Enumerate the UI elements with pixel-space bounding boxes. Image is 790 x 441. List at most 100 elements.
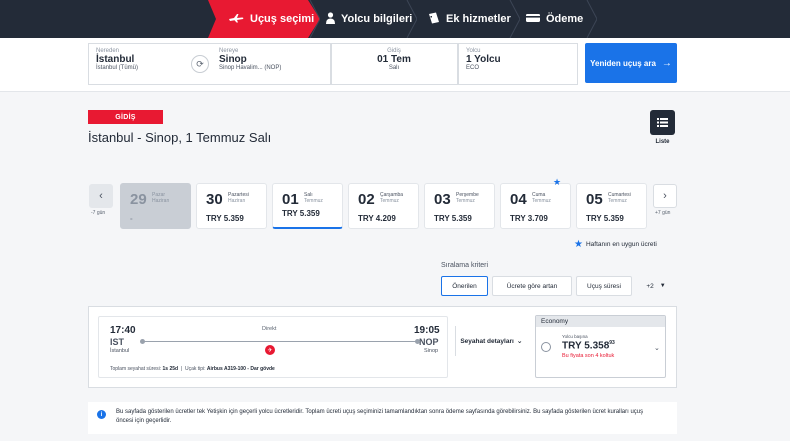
info-text: Bu sayfada gösterilen ücretler tek Yetiş… bbox=[116, 409, 644, 424]
aircraft-value: Airbus A319-100 - Dar gövde bbox=[206, 366, 275, 372]
date-day: 05 bbox=[586, 191, 603, 208]
fare-price-main: TRY 5.358 bbox=[562, 340, 610, 352]
date-month: Haziran bbox=[152, 198, 170, 204]
step-flight-selection[interactable]: Uçuş seçimi bbox=[228, 0, 314, 38]
passenger-field[interactable]: Yolcu 1 Yolcu ECO bbox=[466, 48, 501, 71]
route-dot bbox=[140, 339, 145, 344]
date-price: - bbox=[130, 214, 133, 223]
arrow-right-icon: → bbox=[661, 57, 672, 69]
prev-week-button[interactable]: ‹ bbox=[89, 184, 113, 208]
step-label: Ek hizmetler bbox=[446, 13, 511, 25]
fare-price-cents: 93 bbox=[609, 340, 615, 346]
card-icon bbox=[526, 13, 540, 26]
search-again-button[interactable]: Yeniden uçuş ara → bbox=[585, 43, 677, 83]
step-divider bbox=[585, 0, 597, 38]
next-week-button[interactable]: › bbox=[653, 184, 677, 208]
route-line bbox=[142, 341, 418, 342]
step-payment[interactable]: Ödeme bbox=[526, 0, 583, 38]
date-month: Haziran bbox=[228, 198, 246, 204]
step-passenger-info[interactable]: Yolcu bilgileri bbox=[326, 0, 412, 38]
travel-details-label: Seyahat detayları bbox=[460, 337, 514, 345]
date-price: TRY 4.209 bbox=[358, 214, 396, 223]
person-icon bbox=[326, 11, 335, 27]
fare-cabin-header: Economy bbox=[536, 316, 665, 327]
flight-type: Direkt bbox=[262, 326, 277, 332]
date-card-best-price[interactable]: 04 Cuma Temmuz TRY 3.709 bbox=[500, 183, 571, 229]
departure-code: IST bbox=[110, 337, 125, 347]
duration-value: 1s 25d bbox=[162, 366, 179, 372]
date-price: TRY 5.359 bbox=[586, 214, 624, 223]
date-day: 02 bbox=[358, 191, 375, 208]
fare-radio[interactable] bbox=[541, 342, 551, 352]
step-label: Uçuş seçimi bbox=[250, 13, 315, 25]
next-week-label: +7 gün bbox=[655, 210, 671, 216]
route-title: İstanbul - Sinop, 1 Temmuz Salı bbox=[88, 130, 272, 145]
seat-warning: Bu fiyata son 4 koltuk bbox=[562, 353, 615, 359]
sort-duration-button[interactable]: Uçuş süresi bbox=[576, 276, 632, 296]
list-icon bbox=[657, 118, 668, 127]
booking-stepper: Uçuş seçimi Yolcu bilgileri Ek hizmetler… bbox=[0, 0, 790, 38]
caret-down-icon: ▼ bbox=[659, 283, 666, 289]
date-month: Temmuz bbox=[380, 198, 399, 204]
list-view-button[interactable] bbox=[650, 110, 675, 135]
date-day: 30 bbox=[206, 191, 223, 208]
step-label: Ödeme bbox=[546, 13, 584, 25]
fare-per-passenger-label: Yolcu başına bbox=[562, 334, 588, 339]
sort-recommended-button[interactable]: Önerilen bbox=[441, 276, 488, 296]
date-day: 03 bbox=[434, 191, 451, 208]
date-card[interactable]: 03 Perşembe Temmuz TRY 5.359 bbox=[424, 183, 495, 229]
step-label: Yolcu bilgileri bbox=[341, 13, 413, 25]
chevron-down-icon: ⌄ bbox=[516, 338, 523, 345]
date-price: TRY 5.359 bbox=[206, 214, 244, 223]
cabin-class: ECO bbox=[466, 65, 480, 71]
arrival-time: 19:05 bbox=[414, 325, 440, 336]
date-card[interactable]: 30 Pazartesi Haziran TRY 5.359 bbox=[196, 183, 267, 229]
origin-field[interactable]: Nereden İstanbul İstanbul (Tümü) bbox=[96, 48, 138, 71]
destination-airport: Sinop Havalim... (NOP) bbox=[219, 65, 282, 71]
arrival-code: NOP bbox=[419, 337, 439, 347]
swap-icon[interactable]: ⟳ bbox=[191, 55, 209, 73]
fare-price: TRY 5.35893 bbox=[562, 340, 615, 351]
star-icon: ★ bbox=[574, 239, 583, 250]
list-view-label: Liste bbox=[655, 139, 670, 145]
destination-field[interactable]: Nereye Sinop Sinop Havalim... (NOP) bbox=[219, 48, 281, 71]
best-price-legend-label: Haftanın en uygun ücreti bbox=[585, 241, 657, 248]
date-value: 01 Tem bbox=[377, 54, 411, 65]
departure-city: İstanbul bbox=[110, 348, 130, 354]
duration-label: Toplam seyahat süresi: bbox=[110, 366, 162, 372]
date-month: Temmuz bbox=[608, 198, 627, 204]
plane-icon bbox=[228, 13, 244, 26]
ticket-icon bbox=[428, 12, 440, 27]
info-icon: i bbox=[97, 410, 106, 419]
date-month: Temmuz bbox=[456, 198, 475, 204]
prev-week-label: -7 gün bbox=[91, 210, 106, 216]
date-card-selected[interactable]: 01 Salı Temmuz TRY 5.359 bbox=[272, 183, 343, 229]
sort-more-button[interactable]: +2 ▼ bbox=[636, 276, 676, 296]
date-month: Temmuz bbox=[304, 198, 323, 204]
chevron-right-icon: › bbox=[663, 190, 667, 202]
sort-price-button[interactable]: Ücrete göre artan bbox=[492, 276, 572, 296]
direction-badge: GİDİŞ bbox=[88, 110, 163, 124]
origin-airport: İstanbul (Tümü) bbox=[96, 65, 139, 71]
date-card[interactable]: 05 Cumartesi Temmuz TRY 5.359 bbox=[576, 183, 647, 229]
date-day: 01 bbox=[282, 191, 299, 208]
date-price: TRY 5.359 bbox=[282, 209, 320, 218]
sort-title: Sıralama kriteri bbox=[441, 262, 489, 269]
best-price-legend: ★ Haftanın en uygun ücreti bbox=[574, 239, 657, 250]
date-card: 29 Pazar Haziran - bbox=[120, 183, 191, 229]
date-month: Temmuz bbox=[532, 198, 551, 204]
flight-footer: Toplam seyahat süresi: 1s 25d | Uçak tip… bbox=[110, 366, 275, 372]
arrival-city: Sinop bbox=[424, 348, 439, 354]
date-card[interactable]: 02 Çarşamba Temmuz TRY 4.209 bbox=[348, 183, 419, 229]
date-price: TRY 3.709 bbox=[510, 214, 548, 223]
chevron-left-icon: ‹ bbox=[99, 190, 103, 202]
search-again-label: Yeniden uçuş ara bbox=[590, 58, 656, 68]
chevron-down-icon[interactable]: ⌄ bbox=[654, 344, 660, 352]
sort-more-label: +2 bbox=[646, 282, 654, 290]
step-extra-services[interactable]: Ek hizmetler bbox=[428, 0, 511, 38]
date-field[interactable]: Gidiş 01 Tem Salı bbox=[354, 48, 434, 71]
passenger-value: 1 Yolcu bbox=[466, 54, 501, 65]
star-icon: ★ bbox=[553, 177, 562, 187]
travel-details-button[interactable]: Seyahat detayları ⌄ bbox=[455, 326, 527, 356]
route-dot bbox=[415, 339, 420, 344]
